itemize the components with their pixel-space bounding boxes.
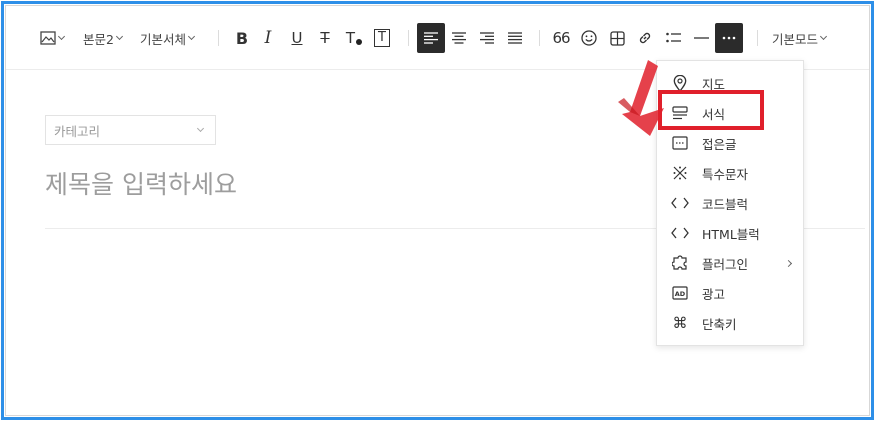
more-dots-icon: [722, 36, 736, 40]
divider: [218, 30, 219, 46]
divider: [539, 30, 540, 46]
bold-button[interactable]: B: [228, 23, 256, 53]
align-justify-button[interactable]: [501, 23, 529, 53]
menu-item-label: 광고: [702, 286, 726, 302]
underline-button[interactable]: U: [283, 23, 311, 53]
menu-item-label: 단축키: [702, 316, 737, 332]
menu-item-label: 접은글: [702, 136, 737, 152]
emoticon-button[interactable]: [575, 23, 603, 53]
strikethrough-button[interactable]: T: [311, 23, 339, 53]
table-icon: [609, 30, 625, 46]
align-center-icon: [452, 32, 466, 44]
italic-label: I: [264, 28, 272, 48]
link-icon: [639, 32, 651, 44]
more-button[interactable]: [715, 23, 743, 53]
category-select[interactable]: 카테고리: [45, 115, 216, 145]
command-icon: ⌘: [672, 314, 688, 332]
align-left-icon: [424, 32, 438, 44]
menu-item-label: 플러그인: [702, 256, 749, 272]
italic-button[interactable]: I: [254, 23, 282, 53]
editor-mode-label: 기본모드: [772, 31, 819, 47]
chevron-down-icon: [196, 124, 205, 133]
menu-item-code-block[interactable]: 코드블럭: [657, 188, 803, 218]
color-dot-icon: [356, 39, 363, 45]
bold-label: B: [235, 28, 249, 48]
align-justify-icon: [508, 32, 522, 44]
paragraph-style-select[interactable]: 본문2: [83, 6, 123, 70]
bullet-list-button[interactable]: [659, 23, 687, 53]
chevron-down-icon: [819, 32, 828, 40]
special-char-icon: [671, 164, 689, 182]
font-family-select[interactable]: 기본서체: [140, 6, 196, 70]
menu-item-plugin[interactable]: 플러그인: [657, 248, 803, 278]
text-color-button[interactable]: T: [340, 23, 368, 53]
image-icon: [40, 31, 56, 45]
menu-item-shortcuts[interactable]: ⌘ 단축키: [657, 308, 803, 338]
strike-label: T: [320, 29, 330, 47]
font-family-label: 기본서체: [140, 31, 187, 47]
chevron-down-icon: [57, 32, 66, 40]
text-color-label: T: [345, 29, 356, 47]
chevron-right-icon: [784, 259, 793, 267]
category-placeholder: 카테고리: [54, 123, 101, 139]
divider: [757, 30, 758, 46]
align-left-button[interactable]: [417, 23, 445, 53]
html-icon: [671, 224, 689, 242]
background-color-button[interactable]: T: [368, 23, 396, 53]
annotation-arrow-icon: [618, 60, 664, 136]
menu-item-label: 코드블럭: [702, 196, 749, 212]
link-button[interactable]: [631, 23, 659, 53]
menu-item-label: 특수문자: [702, 166, 749, 182]
plugin-icon: [671, 254, 689, 272]
horizontal-line-icon: [693, 37, 709, 39]
table-button[interactable]: [603, 23, 631, 53]
background-color-label: T: [374, 29, 390, 47]
horizontal-rule-button[interactable]: [687, 23, 715, 53]
chevron-down-icon: [115, 32, 123, 40]
code-icon: [671, 194, 689, 212]
menu-item-special-characters[interactable]: 특수문자: [657, 158, 803, 188]
menu-item-ad[interactable]: AD 광고: [657, 278, 803, 308]
align-right-button[interactable]: [473, 23, 501, 53]
chevron-down-icon: [187, 32, 196, 40]
quote-icon: 66: [552, 29, 570, 47]
paragraph-style-label: 본문2: [83, 31, 114, 47]
align-center-button[interactable]: [445, 23, 473, 53]
bullet-list-icon: [665, 32, 681, 43]
insert-image-button[interactable]: [40, 6, 66, 70]
align-right-icon: [480, 32, 494, 44]
svg-text:AD: AD: [675, 290, 686, 298]
quote-button[interactable]: 66: [547, 23, 575, 53]
divider: [408, 30, 409, 46]
smiley-icon: [581, 30, 597, 46]
underline-label: U: [291, 29, 303, 47]
menu-item-label: HTML블럭: [702, 226, 760, 242]
ad-icon: AD: [671, 284, 689, 302]
menu-item-html-block[interactable]: HTML블럭: [657, 218, 803, 248]
